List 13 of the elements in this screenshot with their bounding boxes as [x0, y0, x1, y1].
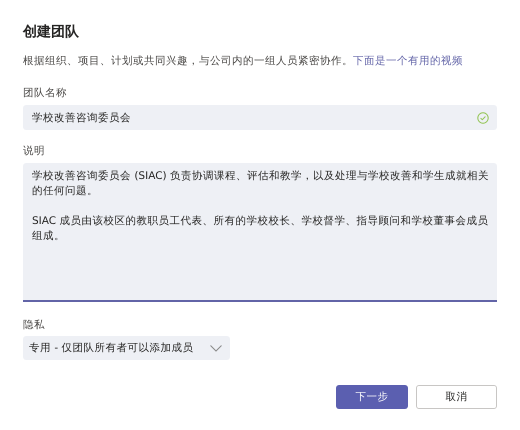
dialog-description: 根据组织、项目、计划或共同兴趣，与公司内的一组人员紧密协作。 [23, 55, 353, 67]
dialog-title: 创建团队 [23, 23, 80, 42]
field-label: 说明 [23, 144, 46, 158]
description-field[interactable]: 学校改善咨询委员会 (SIAC) 负责协调课程、评估和教学，以及处理与学校改善和学生成就相关的任何问题。 SIAC 成员由该校区的教职员工代表、所有的学校校长、学校督学、指导顾问和学校董事会成员组成。 [23, 163, 497, 302]
cancel-button[interactable]: 取消 [416, 385, 497, 409]
team-name-field[interactable]: 学校改善咨询委员会 [23, 105, 497, 130]
field-label: 团队名称 [23, 86, 68, 100]
field-label: 隐私 [23, 318, 46, 332]
video-link[interactable]: 下面是一个有用的视频 [353, 55, 463, 67]
next-button[interactable]: 下一步 [336, 385, 408, 409]
chevron-down-icon [210, 344, 222, 352]
check-circle-icon [477, 112, 489, 124]
privacy-dropdown[interactable]: 专用 - 仅团队所有者可以添加成员 [23, 336, 230, 360]
